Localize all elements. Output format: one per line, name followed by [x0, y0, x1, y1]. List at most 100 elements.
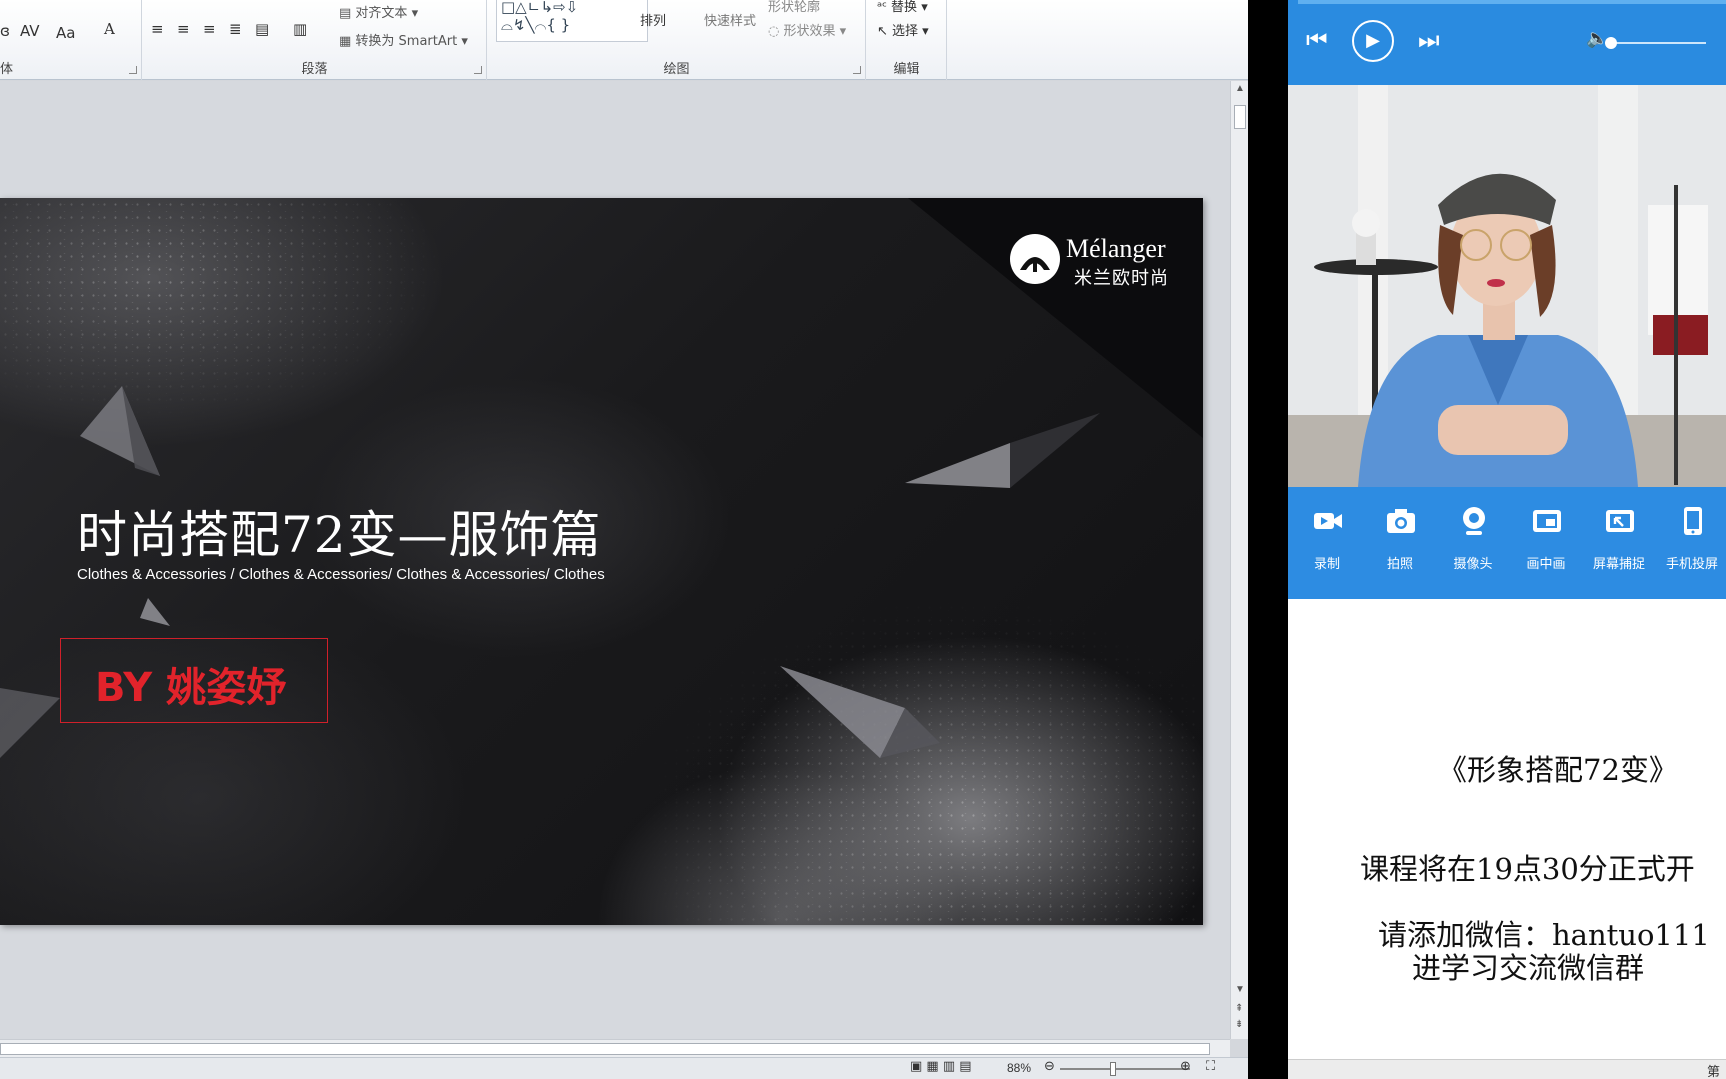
- align-text-label: 对齐文本: [355, 6, 408, 21]
- strikethrough-icon[interactable]: ɞ: [0, 22, 10, 40]
- editing-group-label: 编辑: [893, 62, 920, 77]
- zoom-slider-track[interactable]: [1060, 1068, 1190, 1070]
- logo-wordmark: Mélanger: [1066, 234, 1166, 263]
- previous-slide-icon[interactable]: ⇞: [1235, 1003, 1243, 1014]
- video-camera-icon: [1314, 513, 1342, 529]
- shape-curve-icon[interactable]: ⌓↯╲⌒{ }: [501, 16, 570, 34]
- pip-tool[interactable]: 画中画: [1513, 505, 1579, 585]
- horizontal-scroll-thumb[interactable]: [0, 1043, 1210, 1055]
- slide[interactable]: Mélanger 米兰欧时尚 时尚搭配72变—服饰篇 Clothes & Acc…: [0, 198, 1203, 925]
- scroll-down-icon[interactable]: ▼: [1235, 984, 1245, 995]
- align-left-icon[interactable]: ≡: [151, 20, 164, 38]
- logo-mark-icon: [1010, 234, 1060, 284]
- presenter-video: [1288, 85, 1726, 487]
- play-icon[interactable]: ▶: [1352, 20, 1394, 62]
- vertical-scroll-thumb[interactable]: [1234, 105, 1246, 129]
- webcam-icon: [1463, 507, 1485, 535]
- editing-group: ᵃᶜ 替换 ▾ ↖ 选择 ▾ 编辑: [867, 0, 947, 80]
- progress-strip: [1298, 0, 1726, 4]
- zoom-level[interactable]: 88%: [1007, 1061, 1031, 1075]
- zoom-in-icon[interactable]: ⊕: [1180, 1059, 1191, 1074]
- align-text-button[interactable]: ▤ 对齐文本 ▾: [339, 2, 418, 21]
- slide-subtitle: Clothes & Accessories / Clothes & Access…: [77, 566, 605, 583]
- next-slide-icon[interactable]: ⇟: [1235, 1019, 1243, 1030]
- shape-rect-icon[interactable]: □△ㄴ↳⇨⇩: [501, 0, 578, 17]
- player-controls: ⏮ ▶ ⏭ 🔈: [1288, 0, 1726, 85]
- powerpoint-window: ɞ AV Aa A 体 ≡ ≡ ≡ ≣ ▤ ▥ ▤ 对齐文本 ▾ ▦ 转换为 S…: [0, 0, 1248, 1079]
- next-icon[interactable]: ⏭: [1418, 26, 1440, 54]
- course-notice: 《形象搭配72变》 课程将在19点30分正式开 请添加微信：hantuo111 …: [1288, 599, 1726, 1059]
- quick-styles-button[interactable]: 快速样式: [704, 10, 756, 29]
- byline-text: BY 姚姿妤: [95, 665, 287, 711]
- melanger-logo: Mélanger 米兰欧时尚: [1010, 232, 1190, 292]
- distribute-icon[interactable]: ▤: [255, 20, 269, 38]
- screen-capture-tool[interactable]: 屏幕捕捉: [1586, 505, 1652, 585]
- volume-knob[interactable]: [1605, 37, 1617, 49]
- replace-button[interactable]: ᵃᶜ 替换 ▾: [877, 0, 928, 15]
- panel-footer: 第: [1288, 1059, 1726, 1079]
- previous-icon[interactable]: ⏮: [1306, 26, 1328, 54]
- zoom-slider-knob[interactable]: [1110, 1062, 1116, 1076]
- screen-capture-icon: [1606, 510, 1634, 532]
- start-time-text: 课程将在19点30分正式开: [1360, 852, 1695, 886]
- convert-smartart-label: 转换为 SmartArt: [355, 34, 458, 49]
- volume-slider[interactable]: [1606, 42, 1706, 44]
- phone-cast-tool[interactable]: 手机投屏: [1659, 505, 1725, 585]
- paragraph-group-label: 段落: [301, 62, 328, 77]
- justify-icon[interactable]: ≣: [229, 20, 242, 38]
- paragraph-group: ≡ ≡ ≡ ≣ ▤ ▥ ▤ 对齐文本 ▾ ▦ 转换为 SmartArt ▾ 段落: [143, 0, 487, 80]
- fit-slide-icon[interactable]: ⛶: [1206, 1059, 1215, 1074]
- change-case-button[interactable]: Aa: [56, 24, 75, 42]
- vertical-scrollbar[interactable]: ▲ ▼ ⇞ ⇟: [1230, 81, 1248, 1039]
- arrange-button[interactable]: 排列: [640, 10, 666, 29]
- convert-smartart-button[interactable]: ▦ 转换为 SmartArt ▾: [339, 30, 468, 49]
- wechat-group-text: 进学习交流微信群: [1412, 951, 1645, 985]
- select-button[interactable]: ↖ 选择 ▾: [877, 20, 929, 39]
- replace-label: 替换: [891, 0, 918, 15]
- font-color-button[interactable]: A: [104, 20, 115, 38]
- shape-outline-button[interactable]: 形状轮廓: [768, 0, 820, 15]
- character-spacing-button[interactable]: AV: [20, 22, 40, 40]
- footer-text: 第: [1706, 1065, 1720, 1079]
- record-tool[interactable]: 录制: [1294, 505, 1360, 585]
- presenter-image: [1288, 85, 1726, 487]
- scroll-up-icon[interactable]: ▲: [1235, 83, 1245, 94]
- picture-in-picture-icon: [1533, 510, 1561, 532]
- byline-box: BY 姚姿妤: [60, 638, 328, 723]
- drawing-group-label: 绘图: [663, 62, 690, 77]
- select-label: 选择: [892, 24, 919, 39]
- course-title: 《形象搭配72变》: [1438, 753, 1678, 787]
- photo-label: 拍照: [1386, 557, 1413, 572]
- zoom-out-icon[interactable]: ⊖: [1044, 1059, 1055, 1074]
- ribbon: ɞ AV Aa A 体 ≡ ≡ ≡ ≣ ▤ ▥ ▤ 对齐文本 ▾ ▦ 转换为 S…: [0, 0, 1248, 80]
- logo-subtitle: 米兰欧时尚: [1074, 268, 1169, 289]
- camera-icon: [1387, 509, 1415, 533]
- stream-toolbar: 录制 拍照 摄像头 画中画 屏幕捕捉 手机投屏: [1288, 487, 1726, 599]
- status-bar: ▣ ▦ ▥ ▤ 88% ⊖ ⊕ ⛶: [0, 1057, 1248, 1079]
- font-dialog-launcher[interactable]: [129, 66, 137, 74]
- pip-label: 画中画: [1526, 557, 1566, 572]
- font-group-label: 体: [0, 62, 14, 77]
- window-gap: [1248, 0, 1288, 1079]
- webcam-label: 摄像头: [1453, 557, 1493, 572]
- slide-title: 时尚搭配72变—服饰篇: [77, 506, 602, 564]
- drawing-dialog-launcher[interactable]: [853, 66, 861, 74]
- align-right-icon[interactable]: ≡: [203, 20, 216, 38]
- webcam-tool[interactable]: 摄像头: [1440, 505, 1506, 585]
- photo-tool[interactable]: 拍照: [1367, 505, 1433, 585]
- phone-cast-label: 手机投屏: [1665, 557, 1718, 572]
- paragraph-dialog-launcher[interactable]: [474, 66, 482, 74]
- live-stream-panel: ⏮ ▶ ⏭ 🔈 录制 拍照 摄像头 画中画 屏幕捕捉 手机投屏 《形象搭配72变…: [1288, 0, 1726, 1079]
- drawing-group: □△ㄴ↳⇨⇩ ⌓↯╲⌒{ } 排列 快速样式 形状轮廓 ◌ 形状效果 ▾ 绘图: [488, 0, 866, 80]
- screen-capture-label: 屏幕捕捉: [1592, 557, 1645, 572]
- horizontal-scrollbar[interactable]: [0, 1039, 1230, 1057]
- normal-view-icon[interactable]: ▣ ▦ ▥ ▤: [910, 1059, 972, 1074]
- shape-gallery[interactable]: □△ㄴ↳⇨⇩ ⌓↯╲⌒{ }: [496, 0, 648, 42]
- record-label: 录制: [1313, 557, 1340, 572]
- columns-icon[interactable]: ▥: [293, 20, 307, 38]
- shape-effects-button[interactable]: ◌ 形状效果 ▾: [768, 20, 846, 39]
- phone-icon: [1684, 507, 1702, 535]
- font-group: ɞ AV Aa A 体: [0, 0, 142, 80]
- align-center-icon[interactable]: ≡: [177, 20, 190, 38]
- shape-effects-label: 形状效果: [783, 24, 836, 39]
